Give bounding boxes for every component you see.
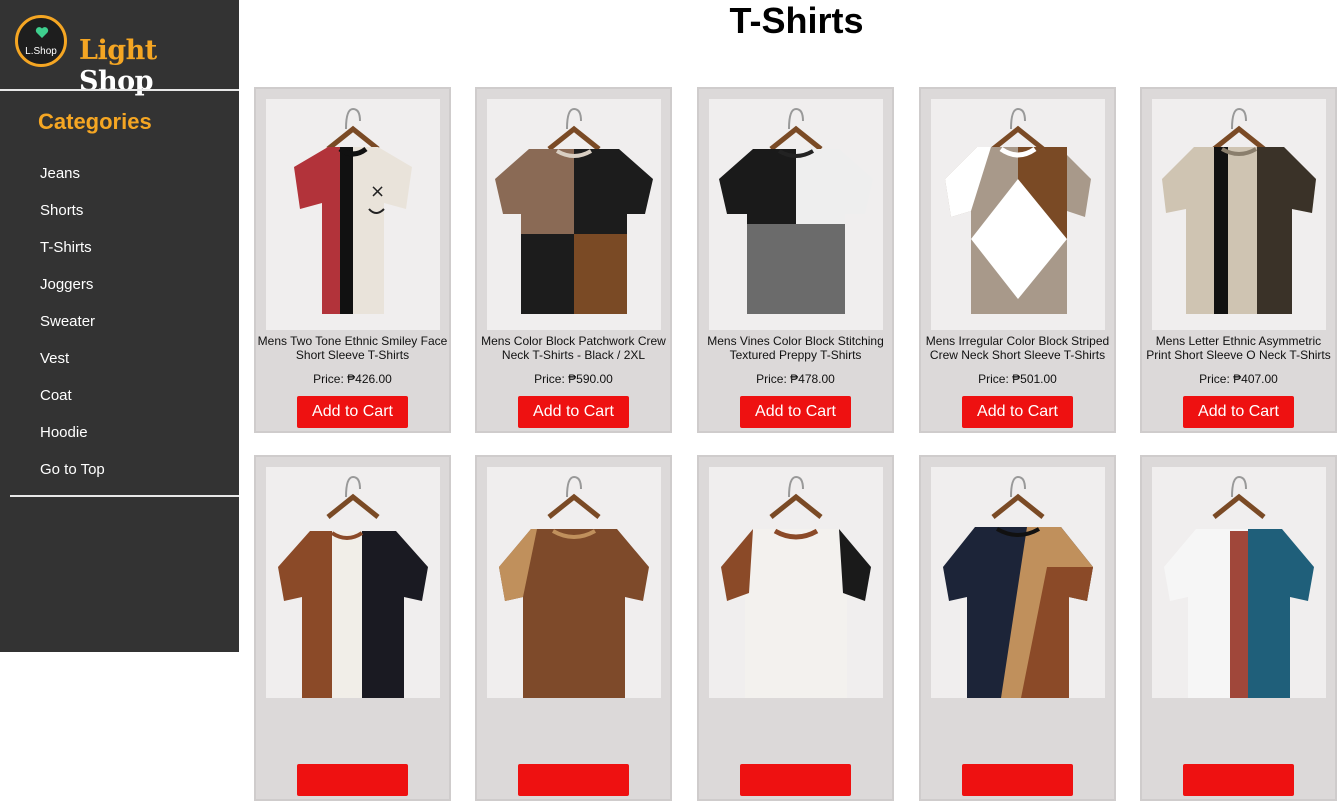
brand[interactable]: L.Shop Light Shop bbox=[0, 0, 239, 97]
product-price: Price: ₱426.00 bbox=[313, 372, 392, 386]
add-to-cart-button[interactable]: Add to Cart bbox=[740, 396, 851, 428]
product-card: Mens Color Block Patchwork Crew Neck T-S… bbox=[475, 87, 672, 433]
brand-name-light: Light bbox=[79, 35, 157, 66]
product-card: × Mens Two Tone Ethnic Smiley Face Short… bbox=[254, 87, 451, 433]
category-list: Jeans Shorts T-Shirts Joggers Sweater Ve… bbox=[40, 164, 105, 497]
logo-text: L.Shop bbox=[25, 46, 57, 57]
product-card bbox=[254, 455, 451, 801]
sidebar: L.Shop Light Shop Categories Jeans Short… bbox=[0, 0, 239, 652]
sidebar-item-go-to-top[interactable]: Go to Top bbox=[40, 460, 105, 497]
tshirt-image bbox=[1164, 475, 1314, 698]
add-to-cart-button[interactable] bbox=[1183, 764, 1294, 796]
sidebar-item-hoodie[interactable]: Hoodie bbox=[40, 423, 105, 460]
product-price: Price: ₱590.00 bbox=[534, 372, 613, 386]
add-to-cart-button[interactable]: Add to Cart bbox=[297, 396, 408, 428]
divider bbox=[0, 89, 239, 91]
product-card bbox=[919, 455, 1116, 801]
product-image[interactable] bbox=[931, 467, 1105, 698]
tshirt-image bbox=[499, 475, 649, 698]
page-title: T-Shirts bbox=[729, 0, 864, 41]
categories-title: Categories bbox=[38, 109, 152, 134]
sidebar-item-jeans[interactable]: Jeans bbox=[40, 164, 105, 201]
tshirt-image: × bbox=[294, 107, 412, 314]
divider bbox=[10, 495, 239, 497]
add-to-cart-button[interactable] bbox=[518, 764, 629, 796]
product-image[interactable] bbox=[487, 99, 661, 330]
tshirt-image bbox=[943, 475, 1093, 698]
product-price: Price: ₱478.00 bbox=[756, 372, 835, 386]
product-name[interactable]: Mens Letter Ethnic Asymmetric Print Shor… bbox=[1142, 334, 1335, 362]
tshirt-image bbox=[719, 107, 873, 314]
product-image[interactable] bbox=[487, 467, 661, 698]
tshirt-image bbox=[945, 107, 1091, 314]
product-price: Price: ₱501.00 bbox=[978, 372, 1057, 386]
product-name[interactable]: Mens Vines Color Block Stitching Texture… bbox=[699, 334, 892, 362]
sidebar-item-sweater[interactable]: Sweater bbox=[40, 312, 105, 349]
product-card bbox=[1140, 455, 1337, 801]
tshirt-image bbox=[278, 475, 428, 698]
sidebar-item-t-shirts[interactable]: T-Shirts bbox=[40, 238, 105, 275]
sidebar-item-vest[interactable]: Vest bbox=[40, 349, 105, 386]
product-image[interactable] bbox=[1152, 99, 1326, 330]
product-card bbox=[697, 455, 894, 801]
product-name[interactable]: Mens Color Block Patchwork Crew Neck T-S… bbox=[477, 334, 670, 362]
add-to-cart-button[interactable]: Add to Cart bbox=[1183, 396, 1294, 428]
product-image[interactable] bbox=[1152, 467, 1326, 698]
tshirt-image bbox=[495, 107, 653, 314]
sidebar-item-shorts[interactable]: Shorts bbox=[40, 201, 105, 238]
product-image[interactable] bbox=[709, 467, 883, 698]
add-to-cart-button[interactable]: Add to Cart bbox=[962, 396, 1073, 428]
add-to-cart-button[interactable] bbox=[297, 764, 408, 796]
heart-icon bbox=[35, 27, 49, 38]
brand-name: Light Shop bbox=[79, 35, 239, 97]
tshirt-image bbox=[721, 475, 871, 698]
product-image[interactable]: × bbox=[266, 99, 440, 330]
product-image[interactable] bbox=[709, 99, 883, 330]
product-card: Mens Letter Ethnic Asymmetric Print Shor… bbox=[1140, 87, 1337, 433]
sidebar-item-joggers[interactable]: Joggers bbox=[40, 275, 105, 312]
product-card bbox=[475, 455, 672, 801]
product-name[interactable]: Mens Irregular Color Block Striped Crew … bbox=[921, 334, 1114, 362]
product-card: Mens Vines Color Block Stitching Texture… bbox=[697, 87, 894, 433]
product-price: Price: ₱407.00 bbox=[1199, 372, 1278, 386]
brand-name-shop: Shop bbox=[79, 66, 154, 97]
add-to-cart-button[interactable] bbox=[740, 764, 851, 796]
tshirt-image bbox=[1162, 107, 1316, 314]
product-card: Mens Irregular Color Block Striped Crew … bbox=[919, 87, 1116, 433]
add-to-cart-button[interactable] bbox=[962, 764, 1073, 796]
product-image[interactable] bbox=[266, 467, 440, 698]
product-image[interactable] bbox=[931, 99, 1105, 330]
svg-text:×: × bbox=[370, 181, 385, 202]
logo[interactable]: L.Shop bbox=[15, 15, 67, 67]
product-name[interactable]: Mens Two Tone Ethnic Smiley Face Short S… bbox=[256, 334, 449, 362]
sidebar-item-coat[interactable]: Coat bbox=[40, 386, 105, 423]
add-to-cart-button[interactable]: Add to Cart bbox=[518, 396, 629, 428]
